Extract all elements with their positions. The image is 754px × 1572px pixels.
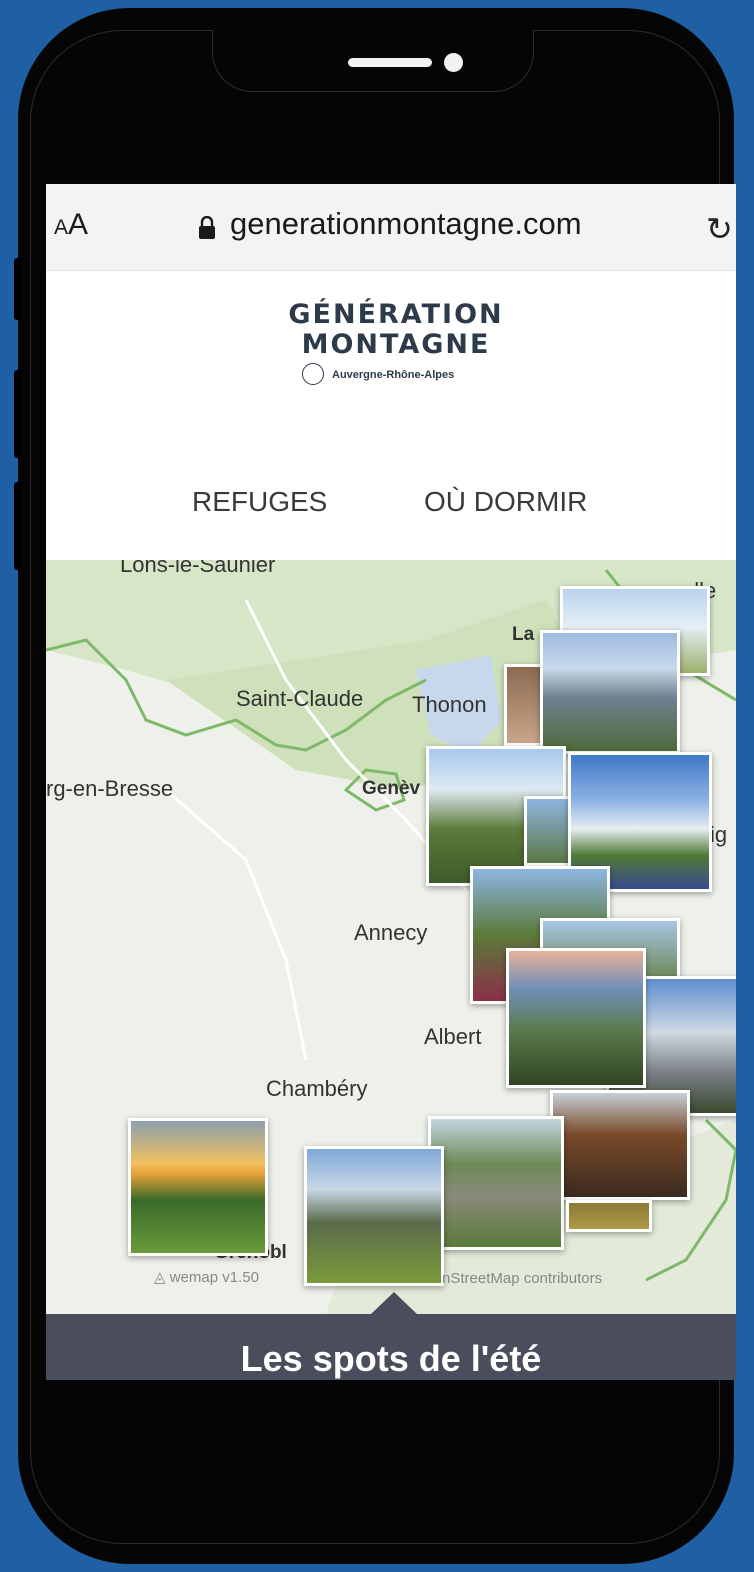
browser-screen: AA generationmontagne.com ↻ GÉNÉRATION M… (46, 184, 736, 1380)
spot-photo-5[interactable] (524, 796, 572, 866)
map[interactable]: Lons-le-Saunier Saint-Claude Thonon rg-e… (46, 560, 736, 1314)
place-chambery: Chambéry (266, 1076, 368, 1101)
wemap-version: v1.50 (222, 1269, 259, 1286)
bottom-panel-title: Les spots de l'été (240, 1338, 542, 1379)
front-camera (444, 53, 463, 72)
wemap-logo-text: wemap (169, 1269, 219, 1286)
spot-photo-14[interactable] (128, 1118, 268, 1256)
nav-item-ou-dormir[interactable]: OÙ DORMIR (424, 486, 587, 518)
place-bourg-en-bresse: rg-en-Bresse (46, 776, 174, 801)
text-size-small-label: A (54, 216, 69, 239)
wemap-attribution[interactable]: ◬ wemap v1.50 (154, 1268, 259, 1286)
osm-attribution[interactable]: nStreetMap contributors (442, 1270, 602, 1287)
address-bar[interactable]: AA generationmontagne.com ↻ (46, 184, 736, 271)
spot-photo-15[interactable] (304, 1146, 444, 1286)
place-la: La (512, 624, 535, 645)
place-thonon: Thonon (412, 692, 487, 717)
wemap-logo-icon: ◬ (154, 1269, 170, 1286)
logo-line-1: GÉNÉRATION (288, 299, 504, 330)
place-ig: ig (710, 822, 728, 847)
spot-photo-10[interactable] (506, 948, 646, 1088)
spot-photo-3[interactable] (540, 630, 680, 754)
panel-handle-icon[interactable] (370, 1292, 418, 1315)
silent-switch (14, 258, 22, 320)
volume-up-button (14, 370, 22, 458)
place-albertville: Albert (424, 1024, 482, 1049)
reload-icon[interactable]: ↻ (706, 210, 733, 248)
spot-photo-12[interactable] (428, 1116, 564, 1250)
mountain-emblem-icon (302, 363, 324, 385)
lock-icon (199, 216, 215, 239)
place-lons-le-saunier: Lons-le-Saunier (120, 560, 276, 577)
place-saint-claude: Saint-Claude (236, 686, 364, 711)
spot-photo-11[interactable] (550, 1090, 690, 1200)
speaker (348, 58, 432, 67)
text-size-large-label: A (68, 208, 89, 241)
volume-down-button (14, 482, 22, 570)
text-size-button[interactable]: AA (54, 208, 88, 242)
logo-line-2: MONTAGNE (301, 329, 491, 360)
url-text[interactable]: generationmontagne.com (230, 206, 582, 242)
spot-photo-13[interactable] (566, 1200, 652, 1232)
place-geneve: Genèv (362, 778, 421, 799)
nav-item-refuges[interactable]: REFUGES (192, 486, 327, 518)
site-logo[interactable]: GÉNÉRATION MONTAGNE Auvergne-Rhône-Alpes (276, 299, 516, 409)
place-annecy: Annecy (354, 920, 428, 945)
logo-region: Auvergne-Rhône-Alpes (332, 369, 455, 381)
